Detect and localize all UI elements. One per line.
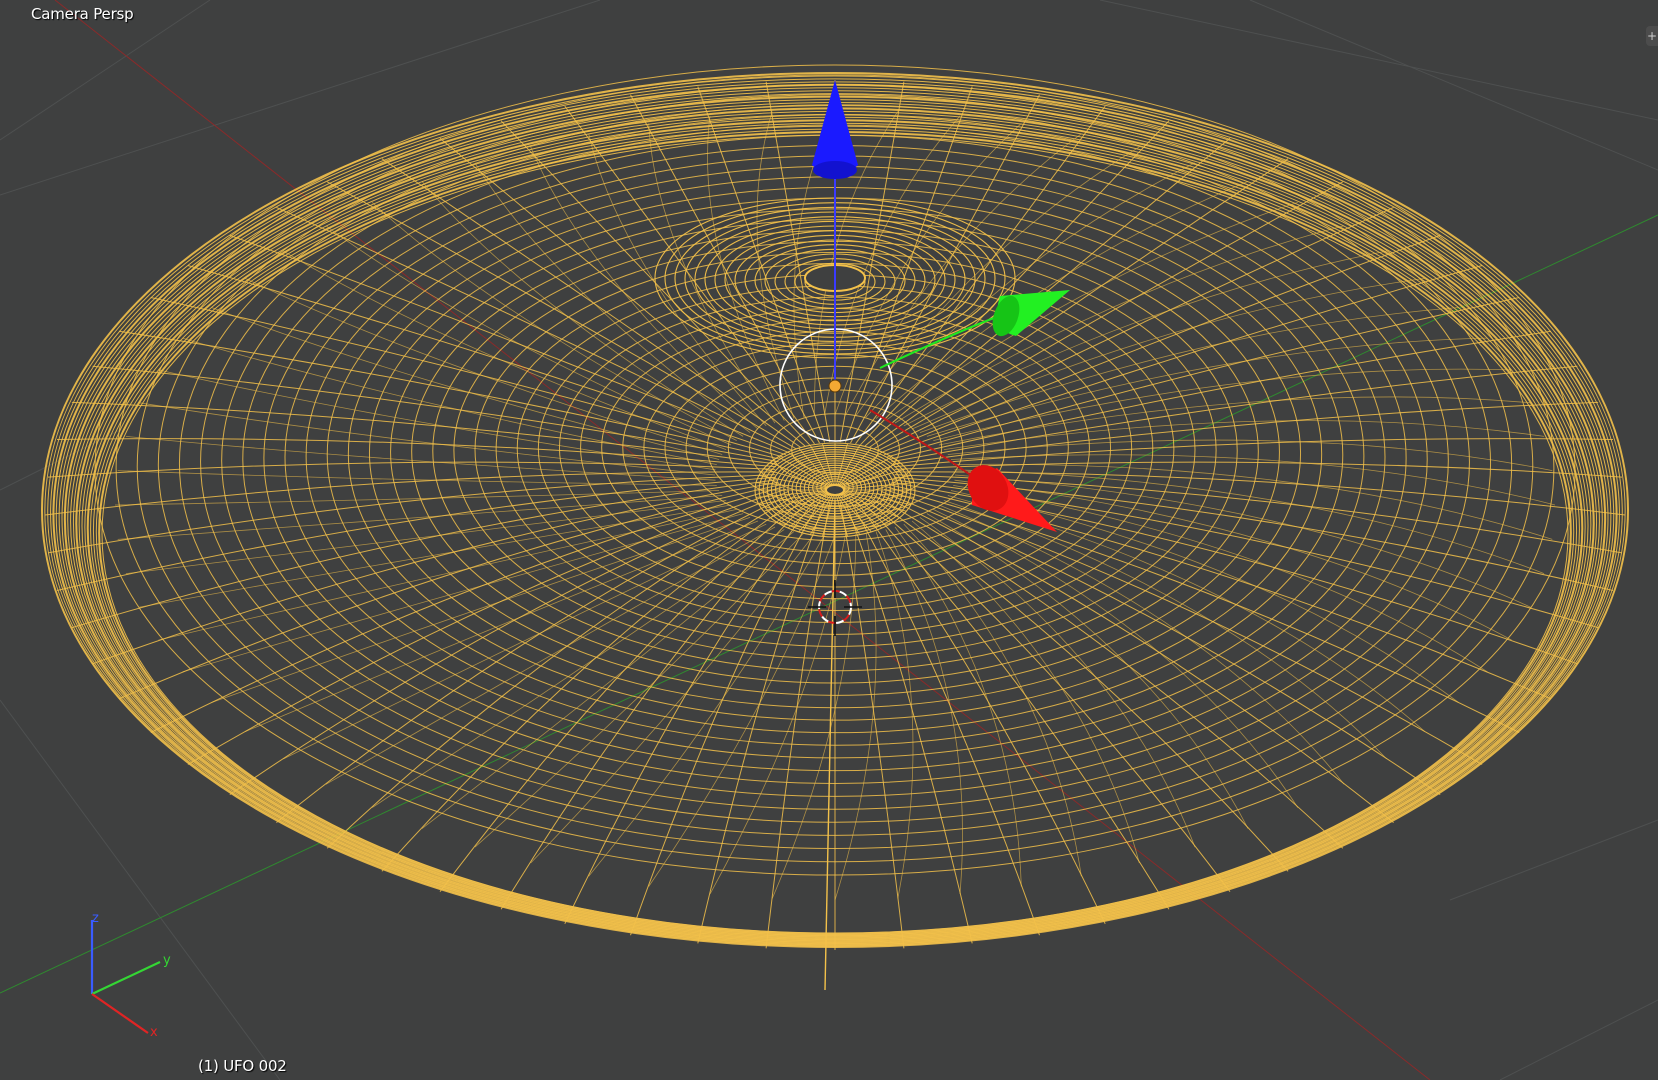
- lattice-line: [245, 520, 759, 732]
- active-object-label: (1) UFO 002: [198, 1057, 287, 1075]
- meridian-line: [118, 330, 781, 460]
- meridian-line: [892, 401, 1599, 465]
- lattice-line: [885, 529, 963, 895]
- meridian-line: [880, 234, 1441, 454]
- axis-orientation-widget: z y x: [90, 911, 171, 1040]
- lattice-line: [707, 115, 785, 421]
- axis-label-x: x: [150, 1025, 158, 1040]
- lattice-line: [911, 278, 1425, 430]
- axis-label-y: y: [163, 953, 171, 968]
- lattice-line: [530, 533, 815, 864]
- view-mode-label: Camera Persp: [31, 5, 134, 23]
- 3d-viewport[interactable]: z y x Camera Persp (1) UFO 002 +: [0, 0, 1658, 1080]
- meridian-line: [44, 471, 776, 516]
- lattice-line: [954, 474, 1531, 608]
- y-axis-shaft: [879, 311, 1011, 369]
- meridian-line: [850, 94, 1040, 444]
- lattice-line: [245, 278, 723, 455]
- lattice-line: [211, 307, 720, 460]
- meridian-line: [765, 501, 831, 949]
- lattice-line: [125, 436, 716, 481]
- meridian-line: [71, 401, 778, 465]
- object-origin-icon: [828, 379, 842, 393]
- meridian-line: [630, 94, 820, 444]
- lattice-line: [926, 513, 1249, 829]
- plus-icon[interactable]: +: [1646, 26, 1658, 46]
- lattice-line: [845, 133, 1082, 416]
- hub-hole: [825, 484, 845, 496]
- meridian-line: [92, 365, 779, 463]
- axis-label-z: z: [92, 911, 99, 926]
- viewport-canvas[interactable]: z y x: [0, 0, 1658, 1080]
- y-arrow-icon[interactable]: [988, 290, 1070, 340]
- lattice-line: [834, 532, 877, 901]
- lattice-line: [855, 146, 1140, 417]
- lattice-line: [875, 531, 914, 899]
